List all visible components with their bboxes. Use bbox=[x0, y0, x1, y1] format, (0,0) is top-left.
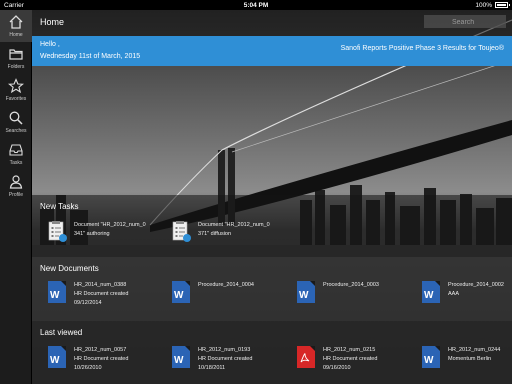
folder-icon bbox=[9, 49, 23, 60]
document-item[interactable]: HR_2012_num_0215 HR Document created 09/… bbox=[297, 346, 377, 373]
document-name: Procedure_2014_0002 bbox=[448, 282, 504, 288]
document-item[interactable]: W HR_2014_num_0388 HR Document created 0… bbox=[48, 281, 128, 308]
task-icon bbox=[48, 221, 67, 243]
document-description: HR Document created bbox=[198, 356, 253, 362]
clock: 5:04 PM bbox=[243, 1, 269, 9]
sidebar-item-searches[interactable]: Searches bbox=[0, 106, 32, 138]
sidebar-item-label: Tasks bbox=[9, 160, 23, 166]
document-description: HR Document created bbox=[74, 291, 129, 297]
news-headline[interactable]: Sanofi Reports Positive Phase 3 Results … bbox=[341, 45, 504, 52]
sidebar-item-label: Home bbox=[9, 32, 23, 38]
greeting-text: Hello , bbox=[40, 41, 60, 48]
document-name: HR_2012_num_0244 bbox=[448, 347, 501, 353]
document-name: HR_2012_num_0215 bbox=[323, 347, 376, 353]
document-name: HR_2012_num_0057 bbox=[74, 347, 127, 353]
sidebar-item-profile[interactable]: Profile bbox=[0, 170, 32, 202]
task-line1: Document "HR_2012_num_0 bbox=[198, 222, 270, 228]
star-icon bbox=[8, 78, 24, 94]
section-title: Last viewed bbox=[40, 328, 83, 337]
sidebar-item-label: Profile bbox=[8, 192, 24, 198]
section-title: New Tasks bbox=[40, 202, 79, 211]
sidebar-item-tasks[interactable]: Tasks bbox=[0, 138, 32, 170]
word-document-icon: W bbox=[48, 346, 66, 368]
document-date: 10/18/2011 bbox=[198, 365, 226, 371]
document-item[interactable]: W Procedure_2014_0002 AAA bbox=[422, 281, 504, 303]
search-input[interactable] bbox=[424, 15, 506, 28]
task-item[interactable]: Document "HR_2012_num_0 371" diffusion bbox=[172, 221, 270, 243]
word-document-icon: W bbox=[172, 281, 190, 303]
document-item[interactable]: W HR_2012_num_0057 HR Document created 1… bbox=[48, 346, 128, 373]
inbox-icon bbox=[9, 144, 23, 156]
task-icon bbox=[172, 221, 191, 243]
document-description: HR Document created bbox=[74, 356, 129, 362]
document-name: Procedure_2014_0003 bbox=[323, 282, 379, 288]
document-date: 09/16/2010 bbox=[323, 365, 351, 371]
word-document-icon: W bbox=[172, 346, 190, 368]
document-name: HR_2012_num_0193 bbox=[198, 347, 251, 353]
search-icon bbox=[9, 111, 23, 125]
document-date: 10/26/2010 bbox=[74, 365, 102, 371]
sidebar-item-label: Searches bbox=[5, 128, 27, 134]
task-line2: 371" diffusion bbox=[198, 231, 232, 237]
page-title: Home bbox=[40, 17, 65, 27]
last-viewed-section: Last viewed W HR_2012_num_0057 HR Docume… bbox=[32, 321, 512, 384]
task-line2: 341" authoring bbox=[74, 231, 110, 237]
word-document-icon: W bbox=[297, 281, 315, 303]
new-documents-section: New Documents W HR_2014_num_0388 HR Docu… bbox=[32, 257, 512, 321]
task-item[interactable]: Document "HR_2012_num_0 341" authoring bbox=[48, 221, 146, 243]
document-description: HR Document created bbox=[323, 356, 378, 362]
home-icon bbox=[9, 15, 23, 29]
document-item[interactable]: W HR_2012_num_0193 HR Document created 1… bbox=[172, 346, 252, 373]
section-title: New Documents bbox=[40, 264, 99, 273]
document-description: AAA bbox=[448, 291, 460, 297]
word-document-icon: W bbox=[422, 346, 440, 368]
status-bar: Carrier 5:04 PM 100% bbox=[0, 0, 512, 10]
word-document-icon: W bbox=[48, 281, 66, 303]
welcome-banner: Hello , Wednesday 11st of March, 2015 Sa… bbox=[32, 36, 512, 66]
sidebar-item-home[interactable]: Home bbox=[0, 10, 32, 42]
sidebar-item-label: Folders bbox=[7, 64, 25, 70]
document-item[interactable]: W Procedure_2014_0004 bbox=[172, 281, 254, 303]
task-line1: Document "HR_2012_num_0 bbox=[74, 222, 146, 228]
header-bar: Home bbox=[32, 10, 512, 36]
date-text: Wednesday 11st of March, 2015 bbox=[40, 53, 141, 60]
word-document-icon: W bbox=[422, 281, 440, 303]
document-item[interactable]: W HR_2012_num_0244 Momentum Berlin bbox=[422, 346, 500, 368]
document-description: Momentum Berlin bbox=[448, 356, 492, 362]
document-date: 09/12/2014 bbox=[74, 300, 102, 306]
battery-icon bbox=[495, 2, 510, 8]
sidebar-item-folders[interactable]: Folders bbox=[0, 42, 32, 74]
sidebar-item-label: Favorites bbox=[5, 96, 27, 102]
sidebar: Home Folders Favorites Searches Tasks Pr… bbox=[0, 10, 32, 384]
person-icon bbox=[9, 175, 23, 189]
tasks-section: New Tasks Document "HR_2012_num_0 341" a… bbox=[32, 195, 512, 257]
pdf-document-icon bbox=[297, 346, 315, 368]
sidebar-item-favorites[interactable]: Favorites bbox=[0, 74, 32, 106]
document-name: Procedure_2014_0004 bbox=[198, 282, 254, 288]
document-name: HR_2014_num_0388 bbox=[74, 282, 127, 288]
document-item[interactable]: W Procedure_2014_0003 bbox=[297, 281, 379, 303]
